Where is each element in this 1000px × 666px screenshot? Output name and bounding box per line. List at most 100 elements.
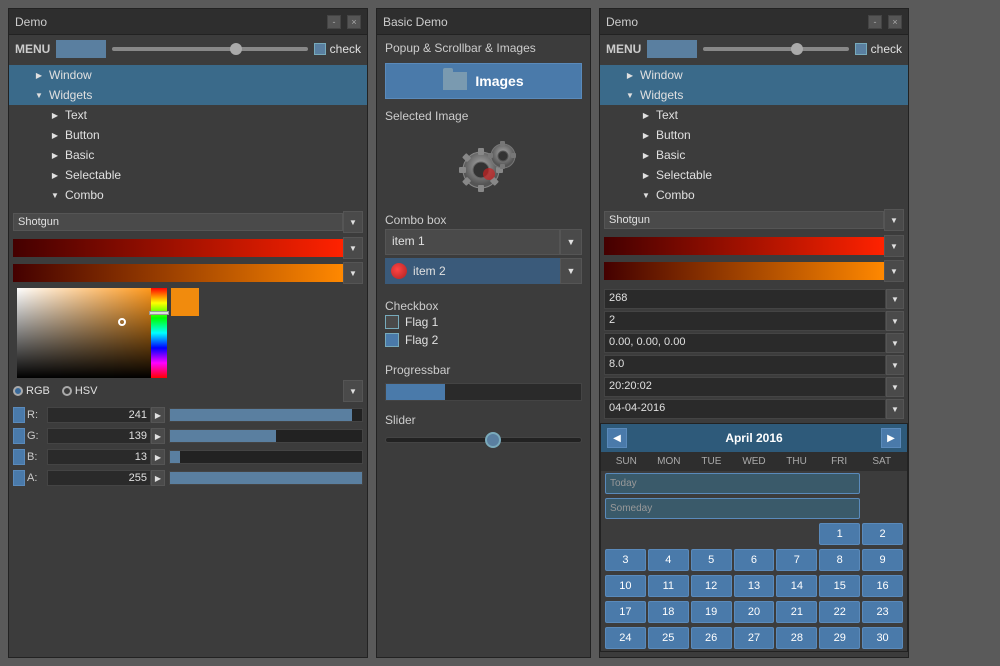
- flag2-checkbox[interactable]: [385, 333, 399, 347]
- cal-day-13[interactable]: 13: [734, 575, 775, 597]
- right-menu-slider[interactable]: [703, 47, 848, 51]
- cal-day-3[interactable]: 3: [605, 549, 646, 571]
- cal-day-25[interactable]: 25: [648, 627, 689, 649]
- cal-day-5[interactable]: 5: [691, 549, 732, 571]
- channel-r-handle[interactable]: [13, 407, 25, 423]
- menu-slider[interactable]: [112, 47, 307, 51]
- combo-item2-arrow[interactable]: ▼: [560, 258, 582, 284]
- right-tree-item-button[interactable]: Button: [600, 125, 908, 145]
- channel-g-handle[interactable]: [13, 428, 25, 444]
- cal-day-9[interactable]: 9: [862, 549, 903, 571]
- menu-button[interactable]: [56, 40, 106, 58]
- slider-thumb[interactable]: [485, 432, 501, 448]
- close-button[interactable]: ×: [347, 15, 361, 29]
- channel-b-handle[interactable]: [13, 449, 25, 465]
- menu-bar: MENU check: [9, 35, 367, 63]
- cal-day-14[interactable]: 14: [776, 575, 817, 597]
- cal-day-22[interactable]: 22: [819, 601, 860, 623]
- cal-day-28[interactable]: 28: [776, 627, 817, 649]
- cal-day-15[interactable]: 15: [819, 575, 860, 597]
- minimize-button[interactable]: -: [327, 15, 341, 29]
- cal-day-26[interactable]: 26: [691, 627, 732, 649]
- right-tree-item-window[interactable]: Window: [600, 65, 908, 85]
- extra-field-date-arrow[interactable]: ▼: [886, 399, 904, 419]
- cal-day-10[interactable]: 10: [605, 575, 646, 597]
- cal-prev-button[interactable]: ◀: [607, 428, 627, 448]
- right-tree-item-basic[interactable]: Basic: [600, 145, 908, 165]
- combo-item1-value[interactable]: item 1: [385, 229, 560, 255]
- left-panel-titlebar: Demo - ×: [9, 9, 367, 35]
- right-check-box[interactable]: check: [855, 42, 902, 56]
- channel-b-arrow[interactable]: ▶: [151, 449, 165, 465]
- right-close-button[interactable]: ×: [888, 15, 902, 29]
- tree-item-window[interactable]: Window: [9, 65, 367, 85]
- tree-item-widgets[interactable]: Widgets: [9, 85, 367, 105]
- rgb-radio[interactable]: RGB: [13, 385, 50, 397]
- combo-item2-selected[interactable]: item 2: [385, 258, 560, 284]
- right-tree-item-text[interactable]: Text: [600, 105, 908, 125]
- cal-day-6[interactable]: 6: [734, 549, 775, 571]
- tree-item-text[interactable]: Text: [9, 105, 367, 125]
- tree-item-combo[interactable]: Combo: [9, 185, 367, 205]
- cal-day-7[interactable]: 7: [776, 549, 817, 571]
- orange-bar-arrow[interactable]: ▼: [343, 262, 363, 284]
- cal-day-29[interactable]: 29: [819, 627, 860, 649]
- cal-day-20[interactable]: 20: [734, 601, 775, 623]
- channel-g-arrow[interactable]: ▶: [151, 428, 165, 444]
- cal-day-24[interactable]: 24: [605, 627, 646, 649]
- cal-day-2[interactable]: 2: [862, 523, 903, 545]
- shotgun-combo-arrow[interactable]: ▼: [343, 211, 363, 233]
- hue-strip[interactable]: [151, 288, 167, 378]
- cal-day-30[interactable]: 30: [862, 627, 903, 649]
- cal-day-27[interactable]: 27: [734, 627, 775, 649]
- flag1-item[interactable]: Flag 1: [385, 315, 582, 329]
- extra-field-8-arrow[interactable]: ▼: [886, 355, 904, 375]
- cal-day-4[interactable]: 4: [648, 549, 689, 571]
- channel-r-arrow[interactable]: ▶: [151, 407, 165, 423]
- flag2-item[interactable]: Flag 2: [385, 333, 582, 347]
- hsv-radio[interactable]: HSV: [62, 385, 98, 397]
- cal-day-8[interactable]: 8: [819, 549, 860, 571]
- cal-day-12[interactable]: 12: [691, 575, 732, 597]
- extra-field-2-arrow[interactable]: ▼: [886, 311, 904, 331]
- slider-label: Slider: [385, 409, 582, 429]
- orange-color-bar: [13, 264, 343, 282]
- right-panel-titlebar: Demo - ×: [600, 9, 908, 35]
- channel-a-handle[interactable]: [13, 470, 25, 486]
- tree-item-basic[interactable]: Basic: [9, 145, 367, 165]
- tree-item-selectable[interactable]: Selectable: [9, 165, 367, 185]
- right-tree-item-widgets[interactable]: Widgets: [600, 85, 908, 105]
- right-red-bar-arrow[interactable]: ▼: [884, 235, 904, 257]
- cal-day-11[interactable]: 11: [648, 575, 689, 597]
- cal-day-23[interactable]: 23: [862, 601, 903, 623]
- combo-item1-arrow[interactable]: ▼: [560, 229, 582, 255]
- right-menu-button[interactable]: [647, 40, 697, 58]
- cal-day-19[interactable]: 19: [691, 601, 732, 623]
- extra-field-xyz-arrow[interactable]: ▼: [886, 333, 904, 353]
- cal-day-21[interactable]: 21: [776, 601, 817, 623]
- slider-track[interactable]: [385, 437, 582, 443]
- color-picker-canvas[interactable]: [17, 288, 167, 378]
- check-box[interactable]: check: [314, 42, 361, 56]
- cal-day-17[interactable]: 17: [605, 601, 646, 623]
- cal-day-1[interactable]: 1: [819, 523, 860, 545]
- cal-day-16[interactable]: 16: [862, 575, 903, 597]
- right-tree-item-combo[interactable]: Combo: [600, 185, 908, 205]
- images-button[interactable]: Images: [385, 63, 582, 99]
- gear-image: [449, 134, 519, 199]
- right-shotgun-combo-arrow[interactable]: ▼: [884, 209, 904, 231]
- tree-item-button[interactable]: Button: [9, 125, 367, 145]
- flag1-checkbox[interactable]: [385, 315, 399, 329]
- extra-field-time-arrow[interactable]: ▼: [886, 377, 904, 397]
- color-mode-arrow[interactable]: ▼: [343, 380, 363, 402]
- cal-day-18[interactable]: 18: [648, 601, 689, 623]
- right-shotgun-row: Shotgun ▼ ▼ ▼: [600, 207, 908, 287]
- extra-field-time-value: 20:20:02: [604, 377, 886, 397]
- extra-field-268-arrow[interactable]: ▼: [886, 289, 904, 309]
- cal-next-button[interactable]: ▶: [881, 428, 901, 448]
- right-minimize-button[interactable]: -: [868, 15, 882, 29]
- red-bar-arrow[interactable]: ▼: [343, 237, 363, 259]
- right-tree-item-selectable[interactable]: Selectable: [600, 165, 908, 185]
- channel-a-arrow[interactable]: ▶: [151, 470, 165, 486]
- right-orange-bar-arrow[interactable]: ▼: [884, 260, 904, 282]
